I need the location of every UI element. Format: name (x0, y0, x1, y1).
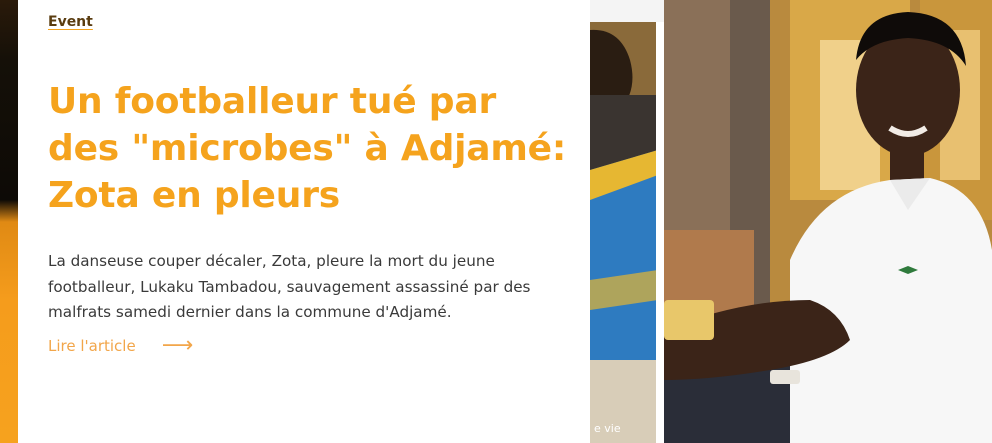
read-more-link[interactable]: Lire l'article ⟶ (48, 335, 193, 357)
category-link[interactable]: Event (48, 14, 93, 30)
inset-overlay-text: e vie (594, 422, 621, 435)
decorative-side-strip (0, 0, 18, 443)
arrow-right-icon: ⟶ (161, 333, 194, 358)
article-excerpt: La danseuse couper décaler, Zota, pleure… (48, 252, 531, 321)
article-card: Event Un footballeur tué par des "microb… (18, 0, 590, 443)
article-photo[interactable]: e vie (590, 0, 992, 443)
read-more-label: Lire l'article (48, 337, 136, 355)
article-title[interactable]: Un footballeur tué par des "microbes" à … (48, 78, 578, 219)
photo-illustration: e vie (590, 0, 992, 443)
